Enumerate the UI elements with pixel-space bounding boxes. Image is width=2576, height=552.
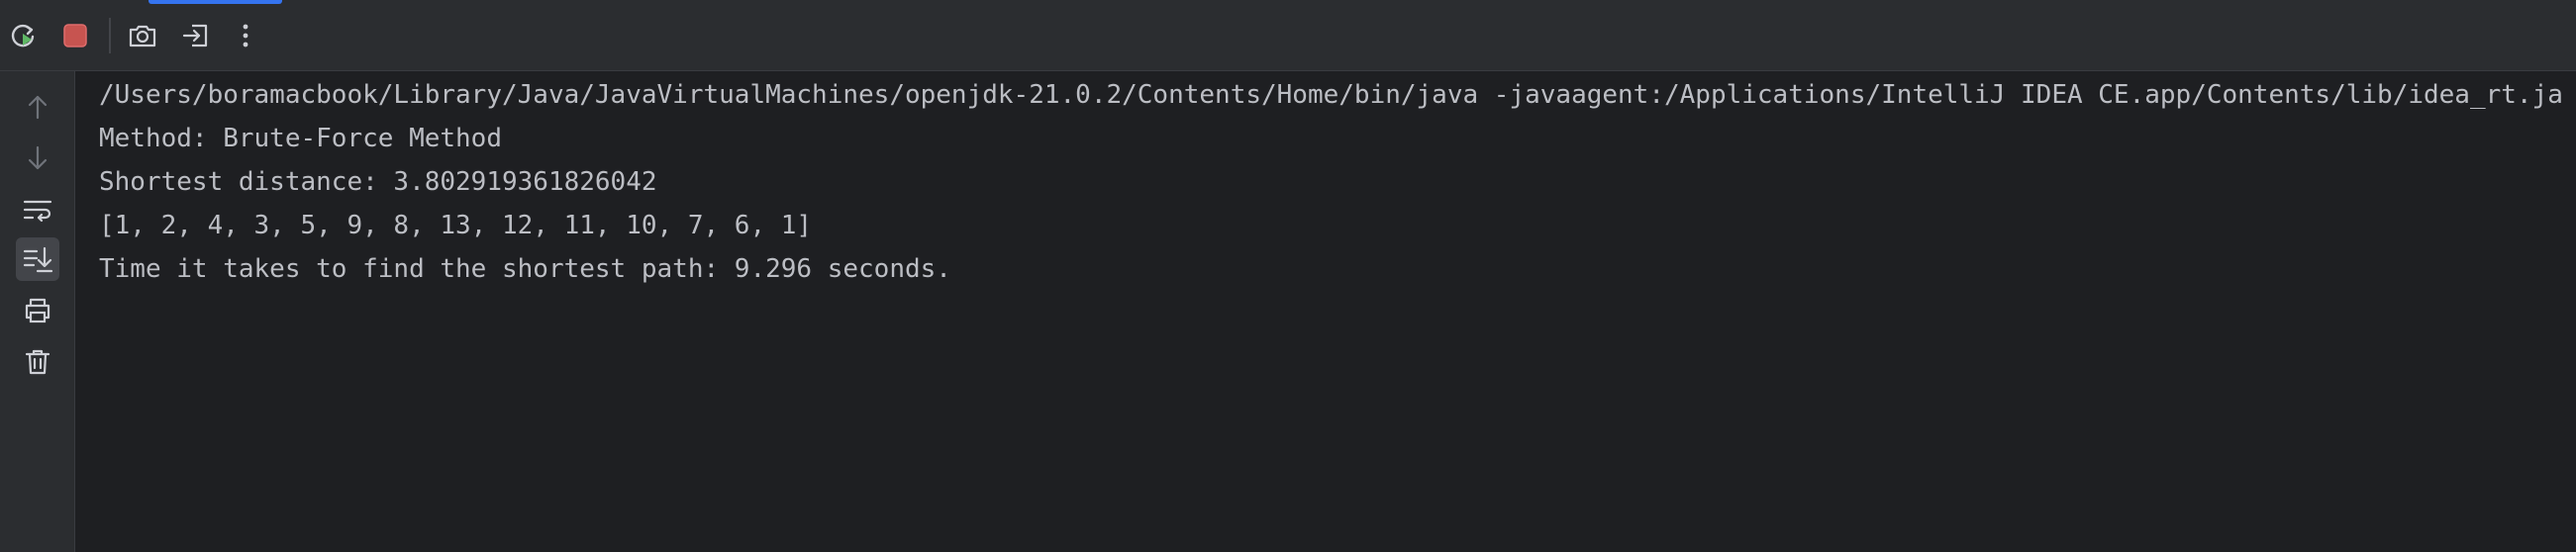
trash-icon	[25, 349, 50, 375]
console-line-time: Time it takes to find the shortest path:…	[99, 254, 951, 284]
arrow-up-icon	[28, 95, 48, 120]
rerun-icon	[11, 24, 35, 47]
run-toolbar	[0, 0, 2576, 71]
rerun-button[interactable]	[4, 16, 44, 55]
stop-icon	[63, 24, 87, 47]
console-output[interactable]: /Users/boramacbook/Library/Java/JavaVirt…	[99, 73, 2576, 552]
clear-all-button[interactable]	[16, 340, 59, 384]
console-side-toolbar	[0, 71, 75, 552]
active-tab-indicator	[149, 0, 282, 4]
print-icon	[25, 298, 50, 323]
console-line-distance: Shortest distance: 3.802919361826042	[99, 167, 657, 197]
soft-wrap-icon	[23, 200, 52, 223]
console-line-command: /Users/boramacbook/Library/Java/JavaVirt…	[99, 80, 2563, 110]
scroll-to-end-icon	[23, 246, 53, 273]
arrow-down-icon	[28, 145, 48, 170]
more-options-button[interactable]	[226, 16, 265, 55]
print-button[interactable]	[16, 289, 59, 332]
next-occurrence-button[interactable]	[16, 137, 59, 180]
exit-icon	[182, 24, 208, 47]
screenshot-button[interactable]	[123, 16, 162, 55]
toolbar-separator	[109, 18, 111, 53]
scroll-to-end-button[interactable]	[16, 237, 59, 281]
previous-occurrence-button[interactable]	[16, 85, 59, 129]
console-line-method: Method: Brute-Force Method	[99, 124, 502, 153]
soft-wrap-button[interactable]	[16, 188, 59, 231]
console-line-path: [1, 2, 4, 3, 5, 9, 8, 13, 12, 11, 10, 7,…	[99, 211, 813, 240]
more-vertical-icon	[243, 24, 248, 47]
exit-button[interactable]	[176, 16, 216, 55]
stop-button[interactable]	[55, 16, 95, 55]
camera-icon	[129, 25, 156, 47]
